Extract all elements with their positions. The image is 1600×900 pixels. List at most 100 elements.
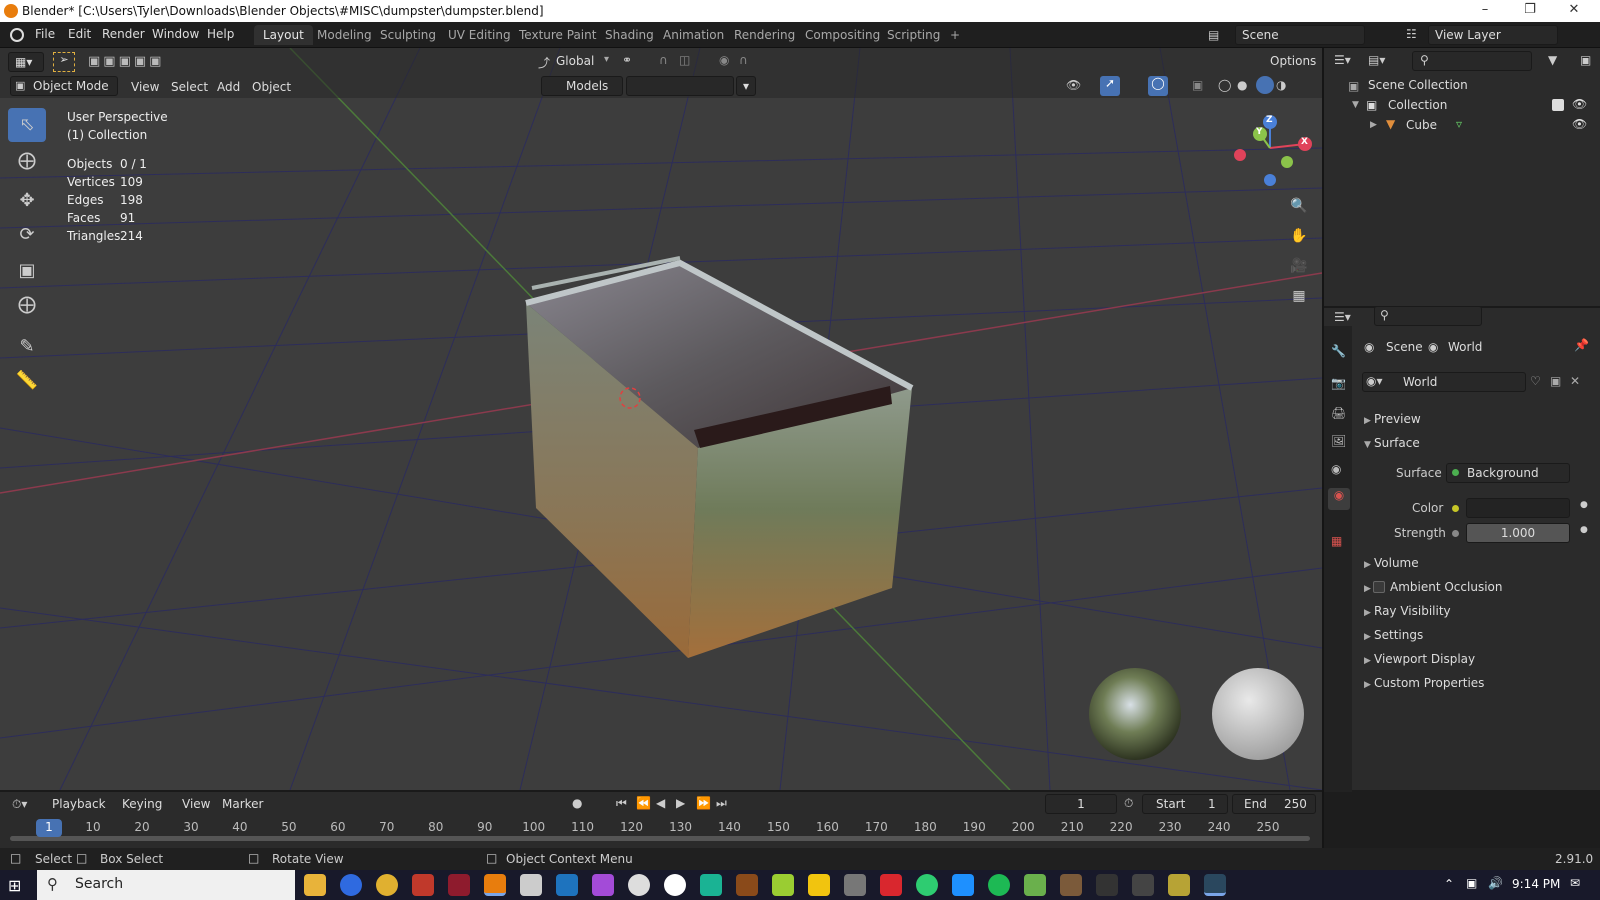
editor-type-button[interactable]: ▦▾ <box>8 52 44 72</box>
blender-menu-icon[interactable] <box>10 28 24 42</box>
scene-selector[interactable]: Scene <box>1235 25 1365 45</box>
world-browse-icon[interactable]: ◉▾ <box>1366 374 1383 388</box>
app-icon-teal[interactable] <box>700 874 722 896</box>
menu-help[interactable]: Help <box>207 27 234 41</box>
timeline-menu-playback[interactable]: Playback <box>52 797 106 811</box>
jump-start-icon[interactable]: ⏮ <box>616 796 627 811</box>
app-icon-blue[interactable] <box>340 874 362 896</box>
play-reverse-icon[interactable]: ◀ <box>656 796 665 810</box>
xray-toggle-icon[interactable]: ▣ <box>1192 78 1203 92</box>
wireframe-shading-icon[interactable]: ◯ <box>1218 78 1231 92</box>
tab-scripting[interactable]: Scripting <box>878 25 949 45</box>
filter-dropdown[interactable]: ▾ <box>736 76 756 96</box>
cursor-tool[interactable]: ⨁ <box>8 144 46 178</box>
view-layer-tab-icon[interactable]: 🖼 <box>1331 434 1346 448</box>
eye-icon[interactable]: 👁 <box>1572 97 1587 111</box>
panel-settings[interactable]: Settings <box>1374 628 1423 642</box>
panel-surface[interactable]: Surface <box>1374 436 1420 450</box>
outliner-collection[interactable]: Collection <box>1388 98 1447 112</box>
annotate-tool[interactable]: ✎ <box>8 330 46 364</box>
app-icon-dark[interactable] <box>1096 874 1118 896</box>
prev-keyframe-icon[interactable]: ⏪ <box>636 796 651 810</box>
viewport-menu-object[interactable]: Object <box>252 80 291 94</box>
network-icon[interactable]: ▣ <box>1466 876 1477 890</box>
fake-user-icon[interactable]: ♡ <box>1530 374 1541 388</box>
keyframe-dot-icon[interactable]: ● <box>1580 525 1588 535</box>
rotate-tool[interactable]: ⟳ <box>8 218 46 252</box>
solid-shading-icon[interactable]: ● <box>1237 78 1247 92</box>
tab-sculpting[interactable]: Sculpting <box>371 25 445 45</box>
strength-field[interactable]: 1.000 <box>1466 523 1570 543</box>
texture-tab-icon[interactable]: ▦ <box>1331 534 1342 548</box>
timeline-menu-view[interactable]: View <box>182 797 210 811</box>
viewport-menu-select[interactable]: Select <box>171 80 208 94</box>
menu-file[interactable]: File <box>35 27 55 41</box>
panel-viewport-display[interactable]: Viewport Display <box>1374 652 1475 666</box>
properties-search-input[interactable] <box>1374 306 1482 326</box>
unlink-icon[interactable]: ✕ <box>1570 374 1580 388</box>
world-tab-icon[interactable]: ◉ <box>1328 488 1350 510</box>
transform-orientation-dropdown[interactable]: Global <box>556 54 594 68</box>
area-divider[interactable] <box>1322 48 1324 848</box>
duplicate-icon[interactable]: ▣ <box>1550 374 1561 388</box>
ortho-grid-icon[interactable]: ▦ <box>1286 283 1312 309</box>
material-shading-icon[interactable] <box>1256 76 1274 94</box>
taskbar-clock[interactable]: 9:14 PM <box>1512 877 1560 891</box>
options-dropdown[interactable]: Options <box>1264 52 1316 72</box>
volume-icon[interactable]: 🔊 <box>1488 876 1503 890</box>
overlay-toggle-icon[interactable]: ◯ <box>1148 76 1168 96</box>
close-icon[interactable]: ✕ <box>1552 2 1596 20</box>
app-icon-sheets[interactable] <box>1024 874 1046 896</box>
surface-shader-field[interactable]: Background <box>1446 463 1570 483</box>
output-tab-icon[interactable]: 🖨 <box>1331 406 1346 420</box>
unity-icon[interactable] <box>520 874 542 896</box>
select-box-tool[interactable]: ⬁ <box>8 108 46 142</box>
taskbar-search-box[interactable]: ⚲ Search <box>37 870 295 900</box>
play-icon[interactable]: ▶ <box>676 796 685 810</box>
next-keyframe-icon[interactable]: ⏩ <box>696 796 711 810</box>
panel-volume[interactable]: Volume <box>1374 556 1419 570</box>
panel-preview[interactable]: Preview <box>1374 412 1421 426</box>
expand-arrow-icon[interactable]: ▼ <box>1352 100 1359 110</box>
filter-icon[interactable]: ▼ <box>1548 53 1557 67</box>
menu-edit[interactable]: Edit <box>68 27 91 41</box>
app-icon-github[interactable] <box>664 874 686 896</box>
timeline-scrollbar[interactable] <box>10 836 1310 841</box>
timeline-menu-marker[interactable]: Marker <box>222 797 263 811</box>
eye-icon[interactable]: 👁 <box>1572 117 1587 131</box>
collection-dropdown[interactable]: Models <box>541 76 623 96</box>
tab-shading[interactable]: Shading <box>596 25 663 45</box>
viewport-search-input[interactable] <box>626 76 734 96</box>
app-icon-purple[interactable] <box>592 874 614 896</box>
falloff-icon[interactable]: ∩ <box>739 53 748 67</box>
minecraft-icon[interactable] <box>1060 874 1082 896</box>
app-icon-cyan[interactable] <box>952 874 974 896</box>
jump-end-icon[interactable]: ⏭ <box>716 796 727 811</box>
rendered-shading-icon[interactable]: ◑ <box>1276 78 1286 92</box>
navigation-gizmo[interactable]: Z X Y <box>1225 110 1315 190</box>
add-workspace-button[interactable]: + <box>941 25 969 45</box>
display-mode-icon[interactable]: ▤▾ <box>1368 53 1385 67</box>
world-datablock-field[interactable]: World <box>1362 372 1526 392</box>
blender-taskbar-icon[interactable] <box>484 874 506 896</box>
tab-compositing[interactable]: Compositing <box>796 25 889 45</box>
checkbox-icon[interactable] <box>1552 99 1564 111</box>
tab-animation[interactable]: Animation <box>654 25 733 45</box>
render-tab-icon[interactable]: 📷 <box>1331 376 1346 390</box>
app-icon-green[interactable] <box>772 874 794 896</box>
transform-tool[interactable]: ⨁ <box>8 288 46 322</box>
collapse-arrow-icon[interactable]: ▶ <box>1370 120 1377 130</box>
pivot-point-icon[interactable]: ⚭ <box>622 53 632 67</box>
windows-start-icon[interactable]: ⊞ <box>8 876 21 895</box>
zoom-icon[interactable]: 🔍 <box>1286 193 1312 219</box>
menu-render[interactable]: Render <box>102 27 145 41</box>
viewport-menu-add[interactable]: Add <box>217 80 240 94</box>
menu-window[interactable]: Window <box>152 27 199 41</box>
properties-editor-type-icon[interactable]: ☰▾ <box>1334 310 1351 324</box>
outliner-scene-collection[interactable]: Scene Collection <box>1368 78 1468 92</box>
app-icon-lime[interactable] <box>916 874 938 896</box>
timeline-menu-keying[interactable]: Keying <box>122 797 162 811</box>
app-icon-red[interactable] <box>412 874 434 896</box>
ambient-occlusion-checkbox[interactable] <box>1373 581 1385 593</box>
steam-icon[interactable] <box>1204 874 1226 896</box>
